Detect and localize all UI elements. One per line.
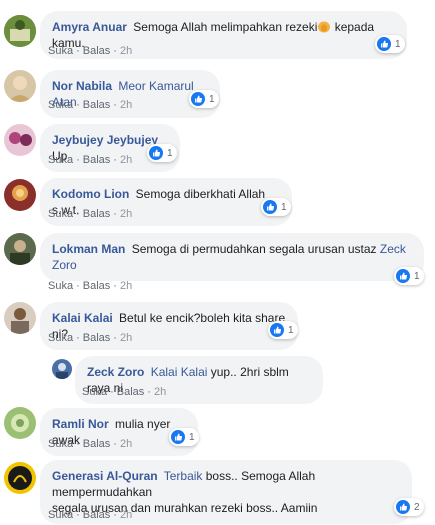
comment-actions: Suka · Balas · 2h bbox=[48, 280, 133, 292]
comment-actions: Suka · Balas · 2h bbox=[48, 45, 133, 57]
comment-author[interactable]: Kalai Kalai bbox=[52, 311, 113, 325]
comment-actions: Suka · Balas · 2h bbox=[48, 438, 133, 450]
comment-actions: Suka · Balas · 2h bbox=[48, 99, 133, 111]
like-link[interactable]: Suka bbox=[48, 438, 73, 450]
reaction-count[interactable]: 1 bbox=[147, 144, 177, 162]
comment-author[interactable]: Jeybujey Jeybujey bbox=[52, 133, 158, 147]
like-icon bbox=[263, 200, 277, 214]
reply-link[interactable]: Balas bbox=[83, 438, 111, 450]
avatar[interactable] bbox=[4, 233, 36, 265]
timestamp[interactable]: 2h bbox=[120, 509, 132, 521]
comment-actions: Suka · Balas · 2h bbox=[48, 154, 133, 166]
reply-link[interactable]: Balas bbox=[83, 154, 111, 166]
comment-author[interactable]: Kodomo Lion bbox=[52, 187, 129, 201]
avatar[interactable] bbox=[4, 70, 36, 102]
like-link[interactable]: Suka bbox=[48, 332, 73, 344]
like-icon bbox=[270, 323, 284, 337]
reaction-number: 1 bbox=[288, 324, 294, 336]
like-link[interactable]: Suka bbox=[48, 154, 73, 166]
reaction-count[interactable]: 1 bbox=[261, 198, 291, 216]
comment-actions: Suka · Balas · 2h bbox=[48, 208, 133, 220]
tagged-user-link[interactable]: Terbaik bbox=[164, 469, 203, 483]
reply-link[interactable]: Balas bbox=[117, 386, 145, 398]
like-icon bbox=[149, 146, 163, 160]
reply-link[interactable]: Balas bbox=[83, 45, 111, 57]
like-icon bbox=[191, 92, 205, 106]
like-icon bbox=[171, 430, 185, 444]
like-icon bbox=[396, 500, 410, 514]
tagged-user-link[interactable]: Zeck bbox=[380, 242, 406, 256]
comment-actions: Suka · Balas · 2h bbox=[48, 509, 133, 521]
avatar[interactable] bbox=[4, 302, 36, 334]
reaction-number: 1 bbox=[414, 270, 420, 282]
avatar[interactable] bbox=[4, 462, 36, 494]
comment-text: Semoga Allah melimpahkan rezeki bbox=[133, 20, 318, 34]
like-icon bbox=[377, 37, 391, 51]
like-link[interactable]: Suka bbox=[82, 386, 107, 398]
avatar[interactable] bbox=[52, 359, 72, 379]
comment-actions: Suka · Balas · 2h bbox=[82, 386, 167, 398]
reaction-count[interactable]: 2 bbox=[394, 498, 424, 516]
reaction-number: 1 bbox=[189, 431, 195, 443]
timestamp[interactable]: 2h bbox=[120, 99, 132, 111]
reply-link[interactable]: Balas bbox=[83, 280, 111, 292]
avatar[interactable] bbox=[4, 179, 36, 211]
like-link[interactable]: Suka bbox=[48, 45, 73, 57]
comment-author[interactable]: Nor Nabila bbox=[52, 79, 112, 93]
comment-author[interactable]: Ramli Nor bbox=[52, 417, 109, 431]
comment-author[interactable]: Lokman Man bbox=[52, 242, 125, 256]
comment-author[interactable]: Zeck Zoro bbox=[87, 365, 144, 379]
like-icon bbox=[396, 269, 410, 283]
avatar[interactable] bbox=[4, 124, 36, 156]
like-link[interactable]: Suka bbox=[48, 208, 73, 220]
folded-hands-emoji-icon bbox=[317, 21, 331, 33]
tagged-user-link[interactable]: Kalai Kalai bbox=[151, 365, 208, 379]
comment-actions: Suka · Balas · 2h bbox=[48, 332, 133, 344]
reply-link[interactable]: Balas bbox=[83, 509, 111, 521]
reaction-count[interactable]: 1 bbox=[268, 321, 298, 339]
avatar[interactable] bbox=[4, 15, 36, 47]
timestamp[interactable]: 2h bbox=[120, 208, 132, 220]
timestamp[interactable]: 2h bbox=[120, 154, 132, 166]
reaction-number: 1 bbox=[395, 38, 401, 50]
reaction-number: 1 bbox=[167, 147, 173, 159]
reaction-count[interactable]: 1 bbox=[169, 428, 199, 446]
reaction-count[interactable]: 1 bbox=[394, 267, 424, 285]
reply-link[interactable]: Balas bbox=[83, 99, 111, 111]
reaction-number: 1 bbox=[281, 201, 287, 213]
timestamp[interactable]: 2h bbox=[154, 386, 166, 398]
like-link[interactable]: Suka bbox=[48, 509, 73, 521]
reaction-number: 2 bbox=[414, 501, 420, 513]
reaction-count[interactable]: 1 bbox=[189, 90, 219, 108]
like-link[interactable]: Suka bbox=[48, 99, 73, 111]
comment-author[interactable]: Amyra Anuar bbox=[52, 20, 127, 34]
timestamp[interactable]: 2h bbox=[120, 45, 132, 57]
reply-link[interactable]: Balas bbox=[83, 332, 111, 344]
reply-link[interactable]: Balas bbox=[83, 208, 111, 220]
reaction-number: 1 bbox=[209, 93, 215, 105]
avatar[interactable] bbox=[4, 407, 36, 439]
timestamp[interactable]: 2h bbox=[120, 332, 132, 344]
tagged-user-link-cont[interactable]: Zoro bbox=[52, 258, 77, 272]
timestamp[interactable]: 2h bbox=[120, 280, 132, 292]
like-link[interactable]: Suka bbox=[48, 280, 73, 292]
reaction-count[interactable]: 1 bbox=[375, 35, 405, 53]
comment-author[interactable]: Generasi Al-Quran bbox=[52, 469, 158, 483]
timestamp[interactable]: 2h bbox=[120, 438, 132, 450]
comment-text: Semoga di permudahkan segala urusan usta… bbox=[131, 242, 377, 256]
comment-bubble: Lokman Man Semoga di permudahkan segala … bbox=[40, 233, 424, 281]
